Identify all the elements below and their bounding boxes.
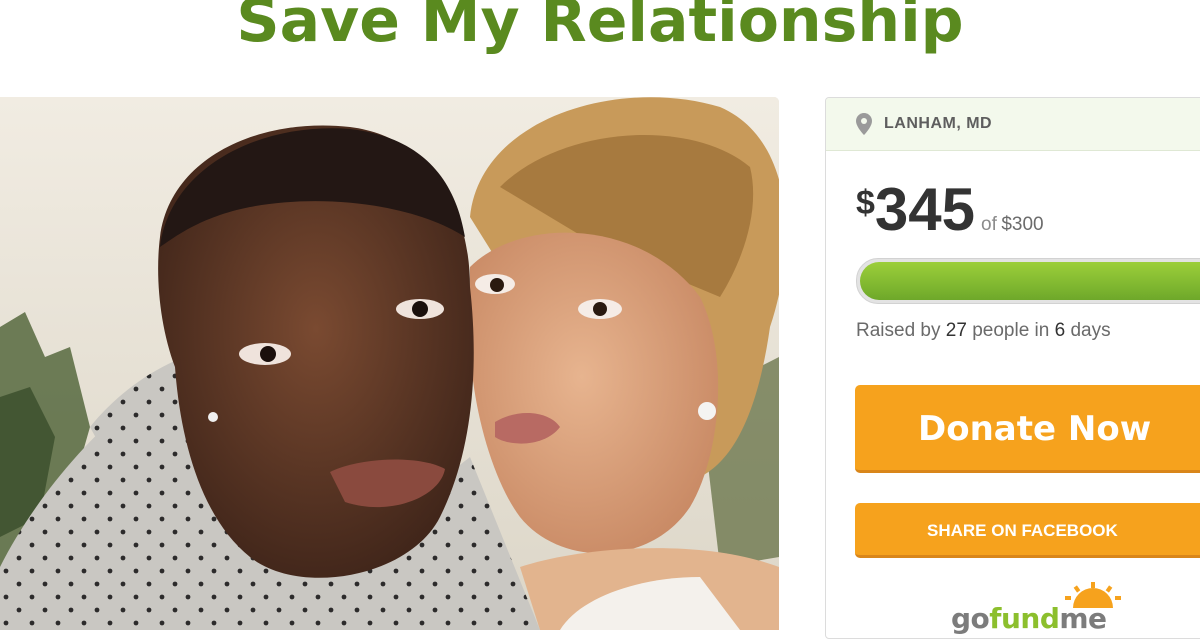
raised-summary: Raised by 27 people in 6 days [856, 320, 1111, 342]
gofundme-logo[interactable]: gofundme [951, 582, 1141, 638]
donor-count: 27 [945, 320, 967, 341]
share-on-facebook-button[interactable]: SHARE ON FACEBOOK [855, 503, 1200, 558]
donate-now-button[interactable]: Donate Now [855, 385, 1200, 473]
progress-fill [860, 262, 1200, 300]
days-suffix: days [1070, 320, 1111, 341]
logo-me: me [1059, 602, 1107, 635]
progress-bar [856, 258, 1200, 304]
raised-amount: 345 [874, 176, 976, 243]
goal-amount: $300 [1001, 214, 1044, 235]
campaign-photo [0, 97, 779, 630]
raised-amount-row: $345 of $300 [856, 180, 1044, 240]
days-count: 6 [1054, 320, 1066, 341]
logo-wordmark: gofundme [951, 602, 1107, 635]
location-bar: LANHAM, MD [826, 98, 1200, 151]
map-pin-icon [856, 113, 872, 135]
location-label: LANHAM, MD [884, 115, 993, 132]
goal-prefix: of [981, 214, 997, 235]
currency-symbol: $ [856, 184, 875, 222]
raised-by-prefix: Raised by [856, 320, 941, 341]
campaign-card: LANHAM, MD $345 of $300 Raised by 27 peop… [825, 97, 1200, 639]
page-title: Save My Relationship [236, 0, 964, 56]
people-in-text: people in [972, 320, 1050, 341]
logo-fund: fund [989, 602, 1060, 635]
logo-go: go [951, 602, 990, 635]
